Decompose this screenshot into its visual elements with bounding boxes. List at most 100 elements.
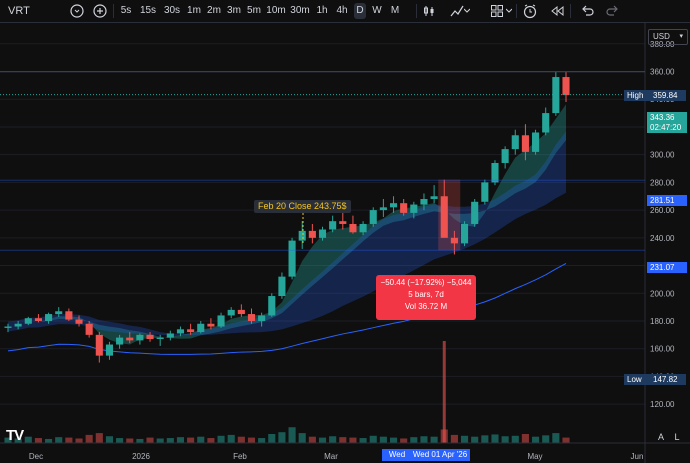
high-label: High xyxy=(627,91,644,100)
candles-icon[interactable] xyxy=(422,4,436,18)
undo-icon[interactable] xyxy=(580,4,594,18)
time-tick-label: Feb xyxy=(233,452,247,461)
volume-bar xyxy=(359,438,367,443)
volume-bar xyxy=(481,435,489,443)
replay-icon[interactable] xyxy=(550,4,564,18)
candle xyxy=(532,129,540,155)
candle xyxy=(471,199,479,227)
volume-bar xyxy=(156,438,164,443)
interval-30m[interactable]: 30m xyxy=(290,3,310,19)
volume-bar xyxy=(24,436,32,443)
low-label: Low xyxy=(627,375,642,384)
volume-bar xyxy=(116,438,124,443)
interval-4h[interactable]: 4h xyxy=(334,3,350,19)
volume-bar xyxy=(400,438,408,443)
volume-bar xyxy=(420,436,428,443)
last-price-tag: 343.36 02:47:20 xyxy=(647,112,687,133)
interval-30s[interactable]: 30s xyxy=(162,3,182,19)
volume-bar xyxy=(95,433,103,443)
volume-bar xyxy=(278,432,286,443)
volume-bar xyxy=(389,437,398,443)
interval-2m[interactable]: 2m xyxy=(206,3,222,19)
symbol-search-icon[interactable] xyxy=(70,4,84,18)
candle xyxy=(369,207,377,227)
volume-bar xyxy=(339,437,347,443)
redo-icon[interactable] xyxy=(606,4,620,18)
tradingview-logo: TV xyxy=(6,427,24,444)
price-tick-label: 360.00 xyxy=(650,68,675,77)
auto-scale-button[interactable]: A xyxy=(655,431,667,443)
close-annotation[interactable]: Feb 20 Close 243.75$ xyxy=(254,200,351,213)
time-tick-label: May xyxy=(527,452,542,461)
interval-3m[interactable]: 3m xyxy=(226,3,242,19)
measure-tooltip: −50.44 (−17.92%) −5,044 5 bars, 7d Vol 3… xyxy=(376,275,476,320)
bar-countdown: 02:47:20 xyxy=(650,123,682,132)
divider xyxy=(570,4,571,18)
divider xyxy=(516,4,517,18)
volume-bar xyxy=(552,433,560,443)
candle xyxy=(268,293,276,317)
low-label-tag: Low 147.82 xyxy=(624,374,686,385)
interval-10m[interactable]: 10m xyxy=(266,3,286,19)
price-tick-label: 180.00 xyxy=(650,317,675,326)
high-value: 359.84 xyxy=(653,91,678,100)
candle xyxy=(552,71,560,116)
volume-bar xyxy=(562,437,570,443)
indicators-icon[interactable] xyxy=(450,4,464,18)
range-top-tag: 281.51 xyxy=(647,195,687,206)
volume-bar xyxy=(217,435,225,443)
volume-bar xyxy=(45,438,53,443)
price-tick-label: 160.00 xyxy=(650,345,675,354)
volume-bar xyxy=(430,436,438,443)
volume-bar xyxy=(532,436,540,443)
price-tick-label: 120.00 xyxy=(650,400,675,409)
range-start-date: Wed xyxy=(382,449,412,461)
candle xyxy=(491,160,499,186)
volume-bar xyxy=(308,436,316,443)
measure-bars: 5 bars, 7d xyxy=(408,290,444,299)
currency-selector[interactable]: USD ▾ xyxy=(648,29,688,45)
volume-bar xyxy=(65,437,73,443)
symbol-name[interactable]: VRT xyxy=(8,0,30,22)
volume-bar xyxy=(237,436,245,443)
high-label-tag: High 359.84 xyxy=(624,90,686,101)
volume-bar xyxy=(55,437,63,443)
interval-15s[interactable]: 15s xyxy=(138,3,158,19)
price-tick-label: 240.00 xyxy=(650,234,675,243)
interval-1h[interactable]: 1h xyxy=(314,3,330,19)
volume-bar xyxy=(349,437,357,443)
alert-clock-icon[interactable] xyxy=(522,3,538,19)
volume-bar xyxy=(542,435,550,443)
candle xyxy=(288,237,296,280)
interval-D[interactable]: D xyxy=(354,3,366,19)
interval-1m[interactable]: 1m xyxy=(186,3,202,19)
layout-grid-icon[interactable] xyxy=(490,4,504,18)
time-tick-label: Jun xyxy=(631,452,644,461)
measure-volume: Vol 36.72 M xyxy=(404,302,448,311)
add-symbol-icon[interactable] xyxy=(93,4,107,18)
interval-M[interactable]: M xyxy=(388,3,402,19)
volume-bar xyxy=(146,437,154,443)
divider xyxy=(416,4,417,18)
range-bottom-tag: 231.07 xyxy=(647,262,687,273)
volume-bar xyxy=(187,437,195,443)
chevron-down-icon[interactable] xyxy=(464,8,470,14)
volume-spike xyxy=(442,341,446,443)
low-value: 147.82 xyxy=(653,375,678,384)
price-chart[interactable]: 380.00360.00340.00320.00300.00280.00260.… xyxy=(0,23,690,463)
interval-W[interactable]: W xyxy=(370,3,384,19)
interval-5m[interactable]: 5m xyxy=(246,3,262,19)
chevron-down-icon[interactable] xyxy=(506,8,512,14)
volume-bar xyxy=(298,433,306,443)
price-tick-label: 200.00 xyxy=(650,289,675,298)
volume-bar xyxy=(136,438,144,443)
currency-label: USD xyxy=(653,32,670,41)
candle xyxy=(460,221,469,247)
time-tick-label: Mar xyxy=(324,452,338,461)
volume-bar xyxy=(126,438,134,443)
volume-bar xyxy=(247,437,256,443)
volume-bar xyxy=(105,436,114,443)
log-scale-button[interactable]: L xyxy=(671,431,683,443)
volume-bar xyxy=(207,438,215,443)
interval-5s[interactable]: 5s xyxy=(118,3,134,19)
